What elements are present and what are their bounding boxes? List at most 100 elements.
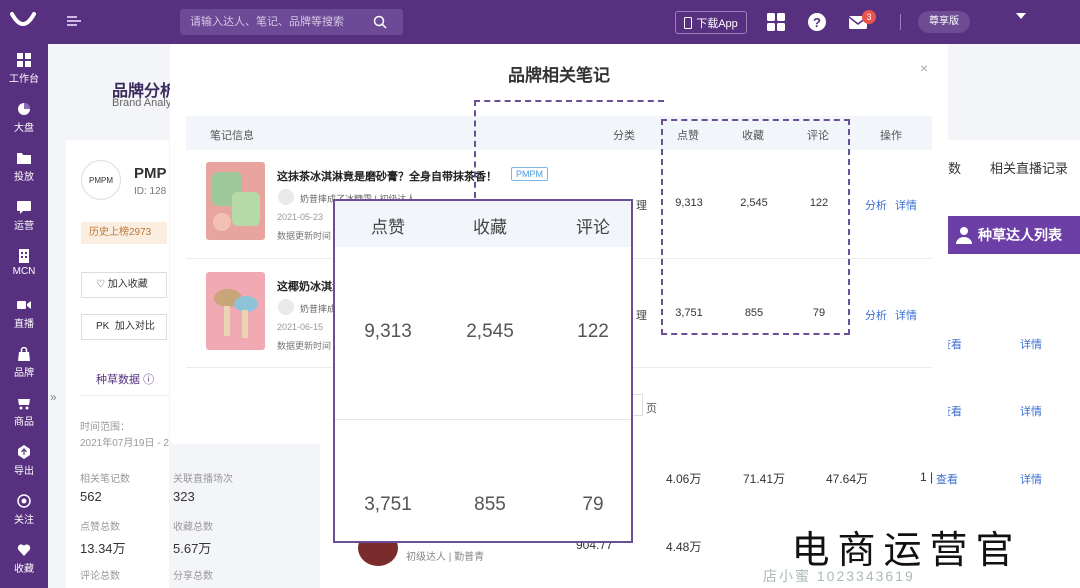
brand-id: ID: 128 (134, 186, 167, 197)
watermark-sub: 店小蜜 1023343619 (763, 568, 915, 584)
detail-link[interactable]: 详情 (1020, 471, 1042, 487)
author-name[interactable]: 奶昔摔成 (300, 302, 336, 315)
add-compare-button[interactable]: PK 加入对比 (81, 314, 167, 340)
add-compare-label: 加入对比 (114, 321, 155, 332)
highlight-connector (474, 100, 476, 198)
seed-button-label: 种草达人列表 (978, 227, 1062, 243)
tab-seeding-data-label: 种草数据 (96, 374, 140, 386)
account-dropdown-icon[interactable] (1016, 13, 1026, 19)
table-cell: 71.41万 (743, 472, 786, 486)
range-label: 时间范围： (80, 422, 130, 433)
analyze-link[interactable]: 分析 (865, 197, 887, 213)
detail-link[interactable]: 详情 (1020, 403, 1042, 419)
sidebar-item-label: 工作台 (9, 74, 39, 85)
video-icon (17, 301, 31, 309)
watermark: 电商运营官 店小蜜 1023343619 (733, 515, 1080, 588)
mail-badge: 3 (862, 10, 876, 24)
sidebar-item-label: 导出 (14, 466, 34, 477)
sidebar-item-operation[interactable]: 运营 (0, 200, 48, 240)
tab-seeding-data[interactable]: 种草数据 ⓘ (96, 371, 154, 387)
divider (80, 395, 170, 396)
collapse-icon[interactable]: » (50, 390, 57, 404)
info-icon: ⓘ (143, 374, 155, 386)
brand-name: PMP (134, 165, 167, 182)
range-value: 2021年07月19日 - 2 (80, 438, 169, 449)
highlight-connector (474, 100, 664, 102)
author-label: 初级达人 | 勤普青 (406, 552, 485, 563)
vip-badge[interactable]: 尊享版 (918, 11, 970, 33)
update-time: 数据更新时间 (277, 341, 332, 351)
zoom-comments-value: 79 (582, 494, 604, 515)
modal-title: 品牌相关笔记 (508, 66, 610, 85)
table-cell: 4.06万 (666, 472, 702, 486)
close-icon[interactable]: × (920, 60, 928, 76)
history-rank-badge: 历史上榜2973 (81, 222, 167, 244)
stat-label: 关联直播场次 (173, 474, 233, 485)
stat-value: 13.34万 (80, 541, 126, 556)
table-cell: 4.48万 (666, 540, 702, 554)
table-cell: 47.64万 (826, 472, 869, 486)
apps-grid-icon[interactable] (766, 12, 786, 32)
zoom-column-header: 收藏 (473, 218, 507, 237)
stat-value: 323 (173, 489, 195, 504)
download-app-button[interactable]: 下载App (675, 11, 747, 34)
page-subtitle: Brand Analy (112, 97, 172, 109)
stat-label: 相关笔记数 (80, 474, 130, 485)
seed-influencer-list-button[interactable]: 种草达人列表 (948, 216, 1080, 254)
logo-icon[interactable] (10, 10, 36, 32)
stat-value: 5.67万 (173, 541, 212, 556)
page-unit: 页 (646, 403, 657, 415)
menu-toggle-icon[interactable] (66, 13, 82, 29)
zoom-comments-value: 122 (577, 321, 609, 342)
sidebar-item-label: 关注 (14, 515, 34, 526)
sidebar-item-live[interactable]: 直播 (0, 298, 48, 338)
download-app-label: 下载App (696, 17, 738, 30)
sidebar-item-brand[interactable]: 品牌 (0, 347, 48, 387)
sidebar-item-goods[interactable]: 商品 (0, 396, 48, 436)
user-icon (956, 227, 972, 244)
sidebar-item-label: MCN (12, 266, 36, 277)
sidebar-item-overview[interactable]: 大盘 (0, 102, 48, 142)
message-icon (17, 201, 31, 214)
sidebar-item-export[interactable]: 导出 (0, 445, 48, 485)
folder-icon (17, 153, 31, 164)
add-favorite-button[interactable]: ♡ 加入收藏 (81, 272, 167, 298)
zoom-collects-value: 2,545 (466, 321, 514, 342)
update-time: 数据更新时间 (277, 231, 332, 241)
analyze-link[interactable]: 分析 (865, 307, 887, 323)
column-header: 分类 (613, 130, 635, 142)
table-cell: 1 | (920, 470, 934, 484)
search-input[interactable] (190, 13, 360, 31)
tab-live-records[interactable]: 相关直播记录 (990, 158, 1068, 177)
author-avatar (278, 299, 294, 315)
search-icon (373, 15, 387, 29)
heart-icon (17, 544, 31, 556)
note-thumbnail[interactable] (206, 162, 265, 240)
view-link[interactable]: 查看 (936, 471, 958, 487)
column-header: 操作 (880, 130, 902, 142)
dashboard-icon (17, 53, 31, 67)
help-icon[interactable]: ? (807, 12, 827, 32)
sidebar-item-delivery[interactable]: 投放 (0, 151, 48, 191)
stat-label: 评论总数 (80, 571, 120, 582)
building-icon (19, 249, 29, 263)
pk-label: PK (96, 321, 110, 332)
zoom-likes-value: 3,751 (364, 494, 412, 515)
search-box (180, 9, 403, 35)
sidebar-item-follow[interactable]: 关注 (0, 494, 48, 534)
detail-link[interactable]: 详情 (1020, 336, 1042, 352)
sidebar-item-label: 运营 (14, 221, 34, 232)
cart-icon (18, 399, 30, 410)
note-category: 理 (636, 200, 647, 212)
sidebar-item-mcn[interactable]: MCN (0, 249, 48, 289)
sidebar-item-favorites[interactable]: 收藏 (0, 543, 48, 583)
detail-link[interactable]: 详情 (895, 197, 917, 213)
search-button[interactable] (357, 9, 403, 35)
note-thumbnail[interactable] (206, 272, 265, 350)
stat-label: 分享总数 (173, 571, 213, 582)
tab-partial[interactable]: 数 (948, 158, 961, 177)
note-title[interactable]: 这抹茶冰淇淋竟是磨砂膏？全身自带抹茶香！ (277, 168, 497, 184)
sidebar-item-label: 直播 (14, 319, 34, 330)
detail-link[interactable]: 详情 (895, 307, 917, 323)
sidebar-item-workbench[interactable]: 工作台 (0, 53, 48, 93)
